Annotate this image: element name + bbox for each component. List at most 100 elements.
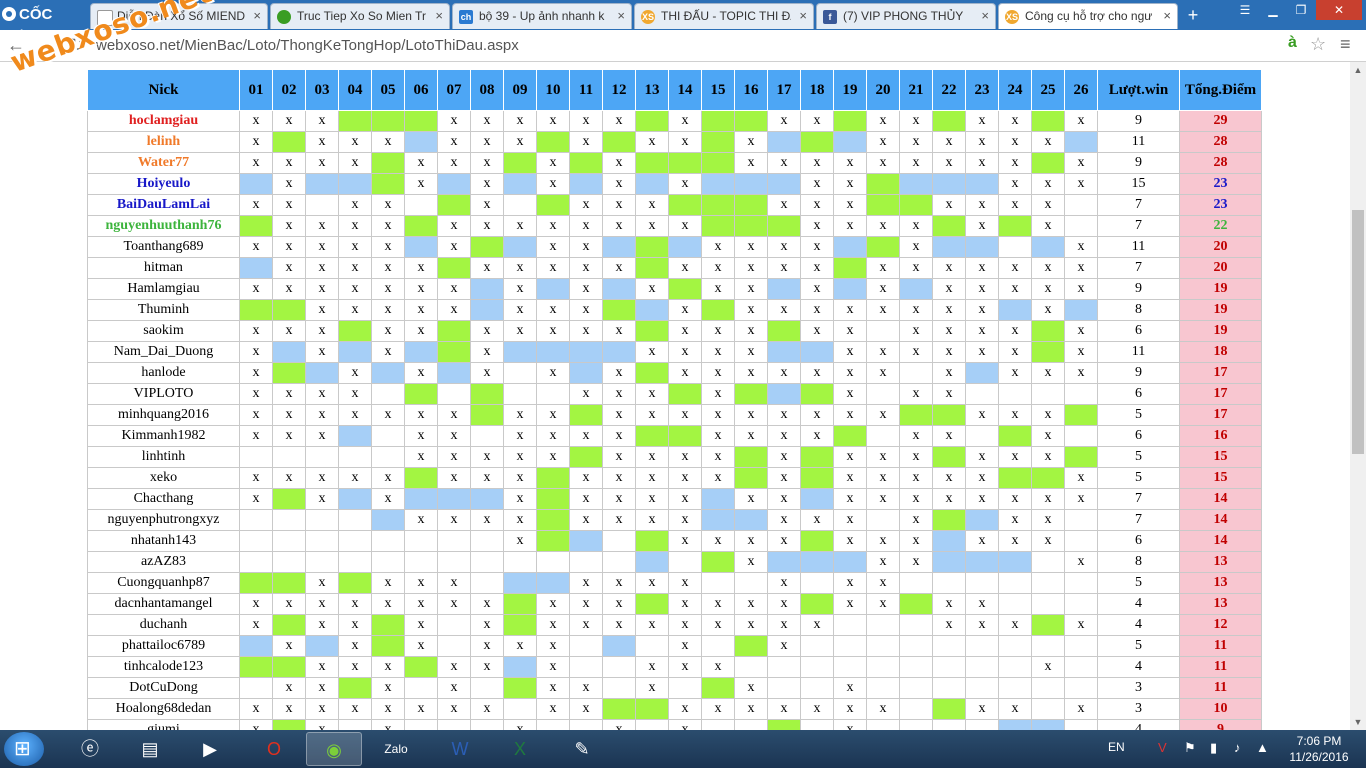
zalo-icon[interactable]: Zalo xyxy=(368,732,424,766)
close-icon[interactable]: × xyxy=(1163,4,1171,28)
ie-icon[interactable]: ⓔ xyxy=(62,732,118,766)
tab-4[interactable]: XS THI ĐẤU - TOPIC THI ĐẤ × xyxy=(634,3,814,29)
player-nick[interactable]: hitman xyxy=(87,257,240,279)
word-icon[interactable]: W xyxy=(432,732,488,766)
column-header-22[interactable]: 22 xyxy=(932,69,966,111)
system-clock[interactable]: 7:06 PM 11/26/2016 xyxy=(1284,733,1354,765)
flag-icon[interactable]: ⚑ xyxy=(1184,740,1196,756)
player-nick[interactable]: Hamlamgiau xyxy=(87,278,240,300)
player-nick[interactable]: Thuminh xyxy=(87,299,240,321)
bookmark-star-icon[interactable]: ☆ xyxy=(1310,34,1326,55)
media-player-icon[interactable]: ▶ xyxy=(182,732,238,766)
close-icon[interactable]: × xyxy=(799,4,807,28)
close-icon[interactable]: × xyxy=(617,4,625,28)
vertical-scrollbar[interactable]: ▲ ▼ xyxy=(1350,62,1366,730)
column-header-score[interactable]: Tổng.Điểm xyxy=(1179,69,1262,111)
player-nick[interactable]: BaiDauLamLai xyxy=(87,194,240,216)
column-header-15[interactable]: 15 xyxy=(701,69,735,111)
opera-icon[interactable]: O xyxy=(246,732,302,766)
column-header-20[interactable]: 20 xyxy=(866,69,900,111)
close-icon[interactable]: × xyxy=(435,4,443,28)
column-header-10[interactable]: 10 xyxy=(536,69,570,111)
coccoc-icon[interactable]: ◉ xyxy=(306,732,362,766)
volume-icon[interactable]: ♪ xyxy=(1234,740,1241,755)
player-nick[interactable]: nguyenphutrongxyz xyxy=(87,509,240,531)
player-nick[interactable]: VIPLOTO xyxy=(87,383,240,405)
column-header-24[interactable]: 24 xyxy=(998,69,1032,111)
column-header-04[interactable]: 04 xyxy=(338,69,372,111)
player-nick[interactable]: tinhcalode123 xyxy=(87,656,240,678)
player-nick[interactable]: xeko xyxy=(87,467,240,489)
minimize-button[interactable]: ▁ xyxy=(1260,0,1286,20)
player-nick[interactable]: nhatanh143 xyxy=(87,530,240,552)
player-nick[interactable]: dacnhantamangel xyxy=(87,593,240,615)
player-nick[interactable]: phattailoc6789 xyxy=(87,635,240,657)
player-nick[interactable]: linhtinh xyxy=(87,446,240,468)
column-header-14[interactable]: 14 xyxy=(668,69,702,111)
close-icon[interactable]: × xyxy=(981,4,989,28)
address-bar[interactable]: webxoso.net/MienBac/Loto/ThongKeTongHop/… xyxy=(96,34,1336,58)
antivirus-icon[interactable]: V xyxy=(1158,740,1167,755)
notification-icon[interactable]: ☰ xyxy=(1232,0,1258,20)
browser-menu-icon[interactable]: ≡ xyxy=(1340,34,1351,55)
column-header-08[interactable]: 08 xyxy=(470,69,504,111)
column-header-02[interactable]: 02 xyxy=(272,69,306,111)
scroll-thumb[interactable] xyxy=(1352,210,1364,454)
column-header-03[interactable]: 03 xyxy=(305,69,339,111)
excel-icon[interactable]: X xyxy=(492,732,548,766)
explorer-icon[interactable]: ▤ xyxy=(122,732,178,766)
player-nick[interactable]: lelinh xyxy=(87,131,240,153)
player-nick[interactable]: Toanthang689 xyxy=(87,236,240,258)
player-nick[interactable]: Chacthang xyxy=(87,488,240,510)
tab-2[interactable]: Truc Tiep Xo So Mien Tr × xyxy=(270,3,450,29)
column-header-13[interactable]: 13 xyxy=(635,69,669,111)
player-nick[interactable]: Cuongquanhp87 xyxy=(87,572,240,594)
player-nick[interactable]: hanlode xyxy=(87,362,240,384)
player-nick[interactable]: giumi xyxy=(87,719,240,730)
player-nick[interactable]: azAZ83 xyxy=(87,551,240,573)
column-header-21[interactable]: 21 xyxy=(899,69,933,111)
tab-3[interactable]: ch bộ 39 - Up ảnh nhanh k × xyxy=(452,3,632,29)
column-header-01[interactable]: 01 xyxy=(239,69,273,111)
column-header-23[interactable]: 23 xyxy=(965,69,999,111)
new-tab-button[interactable]: + xyxy=(1182,6,1204,26)
column-header-09[interactable]: 09 xyxy=(503,69,537,111)
player-nick[interactable]: Kimmanh1982 xyxy=(87,425,240,447)
column-header-19[interactable]: 19 xyxy=(833,69,867,111)
player-nick[interactable]: nguyenhuuthanh76 xyxy=(87,215,240,237)
player-nick[interactable]: Hoiyeulo xyxy=(87,173,240,195)
tab-5[interactable]: f (7) VIP PHONG THỦY × xyxy=(816,3,996,29)
tab-6-active[interactable]: XS Công cụ hỗ trợ cho ngư × xyxy=(998,3,1178,29)
scroll-down-arrow-icon[interactable]: ▼ xyxy=(1350,714,1366,730)
column-header-18[interactable]: 18 xyxy=(800,69,834,111)
coccoc-translate-icon[interactable]: à xyxy=(1288,34,1297,52)
close-window-button[interactable]: ✕ xyxy=(1316,0,1362,20)
player-nick[interactable]: Hoalong68dedan xyxy=(87,698,240,720)
column-header-nick[interactable]: Nick xyxy=(87,69,240,111)
column-header-07[interactable]: 07 xyxy=(437,69,471,111)
column-header-06[interactable]: 06 xyxy=(404,69,438,111)
player-nick[interactable]: DotCuDong xyxy=(87,677,240,699)
column-header-win[interactable]: Lượt.win xyxy=(1097,69,1180,111)
signal-icon[interactable]: ▲ xyxy=(1256,740,1269,755)
player-nick[interactable]: saokim xyxy=(87,320,240,342)
player-nick[interactable]: duchanh xyxy=(87,614,240,636)
player-nick[interactable]: minhquang2016 xyxy=(87,404,240,426)
close-icon[interactable]: × xyxy=(253,4,261,28)
column-header-11[interactable]: 11 xyxy=(569,69,603,111)
scroll-up-arrow-icon[interactable]: ▲ xyxy=(1350,62,1366,78)
player-nick[interactable]: Nam_Dai_Duong xyxy=(87,341,240,363)
column-header-25[interactable]: 25 xyxy=(1031,69,1065,111)
column-header-26[interactable]: 26 xyxy=(1064,69,1098,111)
paint-icon[interactable]: ✎ xyxy=(554,732,610,766)
network-icon[interactable]: ▮ xyxy=(1210,740,1217,756)
column-header-12[interactable]: 12 xyxy=(602,69,636,111)
player-nick[interactable]: hoclamgiau xyxy=(87,110,240,132)
player-nick[interactable]: Water77 xyxy=(87,152,240,174)
column-header-05[interactable]: 05 xyxy=(371,69,405,111)
start-button[interactable] xyxy=(4,732,44,766)
restore-button[interactable]: ❐ xyxy=(1288,0,1314,20)
column-header-17[interactable]: 17 xyxy=(767,69,801,111)
column-header-16[interactable]: 16 xyxy=(734,69,768,111)
input-language[interactable]: EN xyxy=(1108,740,1125,754)
